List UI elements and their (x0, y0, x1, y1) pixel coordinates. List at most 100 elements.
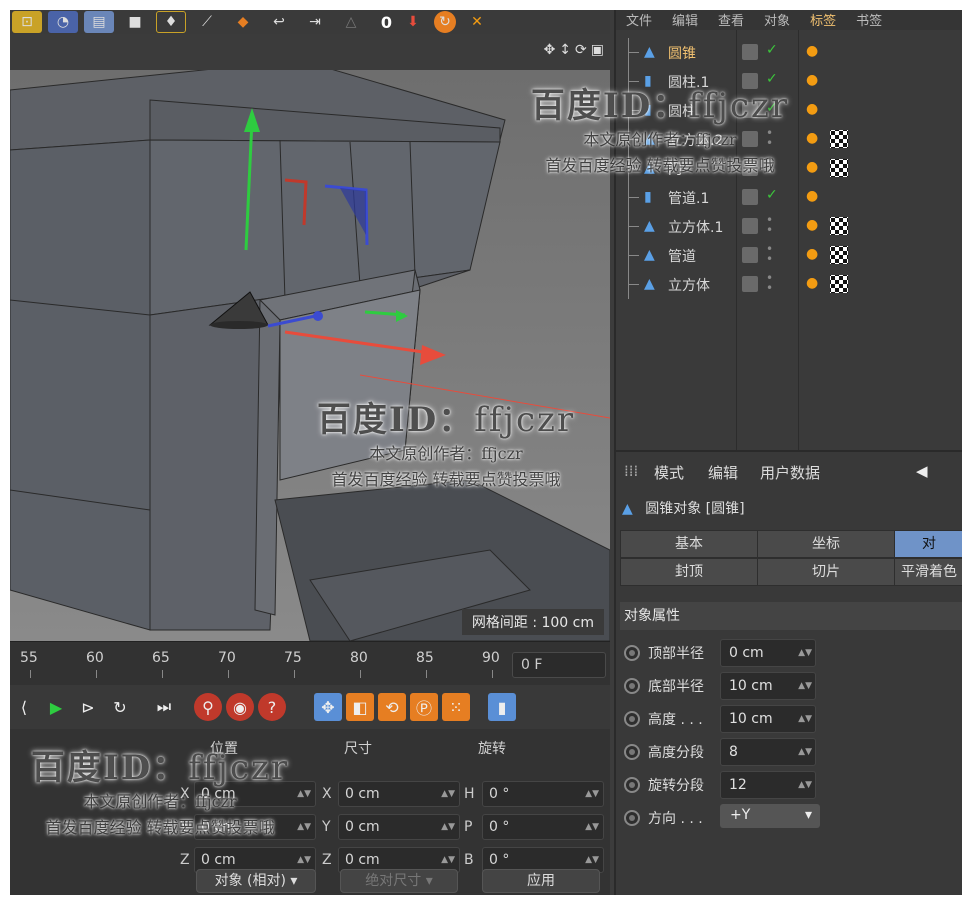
layer-icon[interactable] (742, 73, 758, 89)
anim-radio[interactable] (624, 678, 640, 694)
film-icon[interactable]: ▮ (488, 693, 516, 721)
pla-key-icon[interactable]: ⁙ (442, 693, 470, 721)
size-x-field[interactable]: 0 cm ▲▼ (338, 781, 460, 807)
phong-tag-icon[interactable]: ● (806, 101, 818, 117)
menu-bookmarks[interactable]: 书签 (856, 10, 882, 30)
phong-tag-icon[interactable]: ● (806, 275, 818, 291)
object-name[interactable]: 管道.1 (668, 188, 709, 208)
anim-radio[interactable] (624, 645, 640, 661)
loop-icon[interactable]: ↻ (106, 693, 134, 721)
rotation-p-field[interactable]: 0 ° ▲▼ (482, 814, 604, 840)
move-view-icon[interactable]: ↕ (559, 42, 571, 58)
menu-objects[interactable]: 对象 (764, 10, 790, 30)
layer-icon[interactable] (742, 276, 758, 292)
tab-basic[interactable]: 基本 (620, 530, 758, 558)
enabled-check-icon[interactable]: ✓ (766, 100, 778, 116)
object-row[interactable]: ▲ 管道 • • ● (616, 241, 962, 270)
phong-tag-icon[interactable]: ● (806, 130, 818, 146)
menu-file[interactable]: 文件 (626, 10, 652, 30)
texture-tag-icon[interactable] (830, 130, 848, 148)
snap-icon[interactable]: ↩ (264, 11, 294, 33)
scale-key-icon[interactable]: ◧ (346, 693, 374, 721)
layer-icon[interactable] (742, 44, 758, 60)
size-y-field[interactable]: 0 cm ▲▼ (338, 814, 460, 840)
texture-tag-icon[interactable] (830, 159, 848, 177)
menu-attr-edit[interactable]: 编辑 (708, 462, 738, 483)
phong-tag-icon[interactable]: ● (806, 246, 818, 262)
position-y-field[interactable]: 0 cm ▲▼ (194, 814, 316, 840)
refresh-icon[interactable]: ↻ (434, 11, 456, 33)
next-frame-icon[interactable]: ⊳ (74, 693, 102, 721)
anim-radio[interactable] (624, 744, 640, 760)
render-icon[interactable]: ✕ (462, 11, 492, 33)
phong-tag-icon[interactable]: ● (806, 43, 818, 59)
visibility-dots-icon[interactable]: • • (766, 214, 773, 236)
paint-icon[interactable]: ◆ (228, 11, 258, 33)
axis-z-icon[interactable]: ⇥ (300, 11, 330, 33)
rotate-view-icon[interactable]: ⟳ (575, 42, 587, 58)
tab-caps[interactable]: 封顶 (620, 558, 758, 586)
record-key-icon[interactable]: ⚲ (194, 693, 222, 721)
menu-tags[interactable]: 标签 (810, 10, 836, 30)
orientation-dropdown[interactable]: +Y ▾ (720, 804, 820, 828)
enabled-check-icon[interactable]: ✓ (766, 187, 778, 203)
play-icon[interactable]: ▶ (42, 693, 70, 721)
tab-phong[interactable]: 平滑着色 (894, 558, 962, 586)
goto-end-icon[interactable]: ⏭ (150, 693, 178, 721)
move-key-icon[interactable]: ✥ (314, 693, 342, 721)
texture-tag-icon[interactable] (830, 275, 848, 293)
layer-icon[interactable] (742, 189, 758, 205)
top-radius-field[interactable]: 0 cm ▲▼ (720, 639, 816, 667)
pan-icon[interactable]: ✥ (544, 42, 556, 58)
prev-key-icon[interactable]: ⟨ (10, 693, 38, 721)
object-name[interactable]: 立方体.2 (668, 130, 723, 150)
layer-icon[interactable] (742, 247, 758, 263)
tab-object[interactable]: 对 (894, 530, 962, 558)
bottom-radius-field[interactable]: 10 cm ▲▼ (720, 672, 816, 700)
visibility-dots-icon[interactable]: • • (766, 127, 773, 149)
object-name[interactable]: 圆柱.1 (668, 72, 709, 92)
key-help-icon[interactable]: ? (258, 693, 286, 721)
height-segments-field[interactable]: 8 ▲▼ (720, 738, 816, 766)
edit-icon[interactable]: ⟋ (192, 11, 222, 33)
object-name[interactable]: 圆柱 (668, 101, 696, 121)
floor-icon[interactable]: ▤ (84, 11, 114, 33)
anim-radio[interactable] (624, 810, 640, 826)
scene-render[interactable] (10, 70, 610, 641)
anim-radio[interactable] (624, 711, 640, 727)
position-x-field[interactable]: 0 cm ▲▼ (194, 781, 316, 807)
object-row[interactable]: ▮ 圆柱.1 ✓ ● (616, 67, 962, 96)
object-row[interactable]: ▲ 立方体.2 • • ● (616, 125, 962, 154)
timeline-ruler[interactable]: 55 60 65 70 75 80 85 90 (10, 642, 510, 686)
object-name[interactable]: 圆锥 (668, 43, 696, 63)
menu-edit[interactable]: 编辑 (672, 10, 698, 30)
visibility-dots-icon[interactable]: • • (766, 156, 773, 178)
object-row[interactable]: ▲ 立方体 • • ● (616, 270, 962, 299)
viewport[interactable]: ✥ ↕ ⟳ ▣ 网格间距: 100 cm (10, 34, 610, 641)
auto-key-icon[interactable]: ◉ (226, 693, 254, 721)
menu-mode[interactable]: 模式 (654, 462, 684, 483)
param-key-icon[interactable]: Ⓟ (410, 693, 438, 721)
apply-button[interactable]: 应用 (482, 869, 600, 893)
phong-tag-icon[interactable]: ● (806, 159, 818, 175)
object-row[interactable]: ▮ 圆柱 ✓ ● (616, 96, 962, 125)
enabled-check-icon[interactable]: ✓ (766, 71, 778, 87)
back-arrow-icon[interactable]: ◀ (916, 462, 928, 480)
object-row[interactable]: ▲ 圆锥 ✓ ● (616, 38, 962, 67)
layer-icon[interactable] (742, 131, 758, 147)
visibility-dots-icon[interactable]: • • (766, 272, 773, 294)
texture-tag-icon[interactable] (830, 217, 848, 235)
phong-tag-icon[interactable]: ● (806, 72, 818, 88)
object-row[interactable]: ▲ 门 • • ● (616, 154, 962, 183)
object-row[interactable]: ▲ 立方体.1 • • ● (616, 212, 962, 241)
phong-tag-icon[interactable]: ● (806, 188, 818, 204)
object-row[interactable]: ▮ 管道.1 ✓ ● (616, 183, 962, 212)
select-tool-icon[interactable]: ⊡ (12, 11, 42, 33)
enabled-check-icon[interactable]: ✓ (766, 42, 778, 58)
height-field[interactable]: 10 cm ▲▼ (720, 705, 816, 733)
axis-lock-icon[interactable]: △ (336, 11, 366, 33)
rotation-h-field[interactable]: 0 ° ▲▼ (482, 781, 604, 807)
object-name[interactable]: 立方体 (668, 275, 710, 295)
rotate-key-icon[interactable]: ⟲ (378, 693, 406, 721)
texture-tag-icon[interactable] (830, 246, 848, 264)
